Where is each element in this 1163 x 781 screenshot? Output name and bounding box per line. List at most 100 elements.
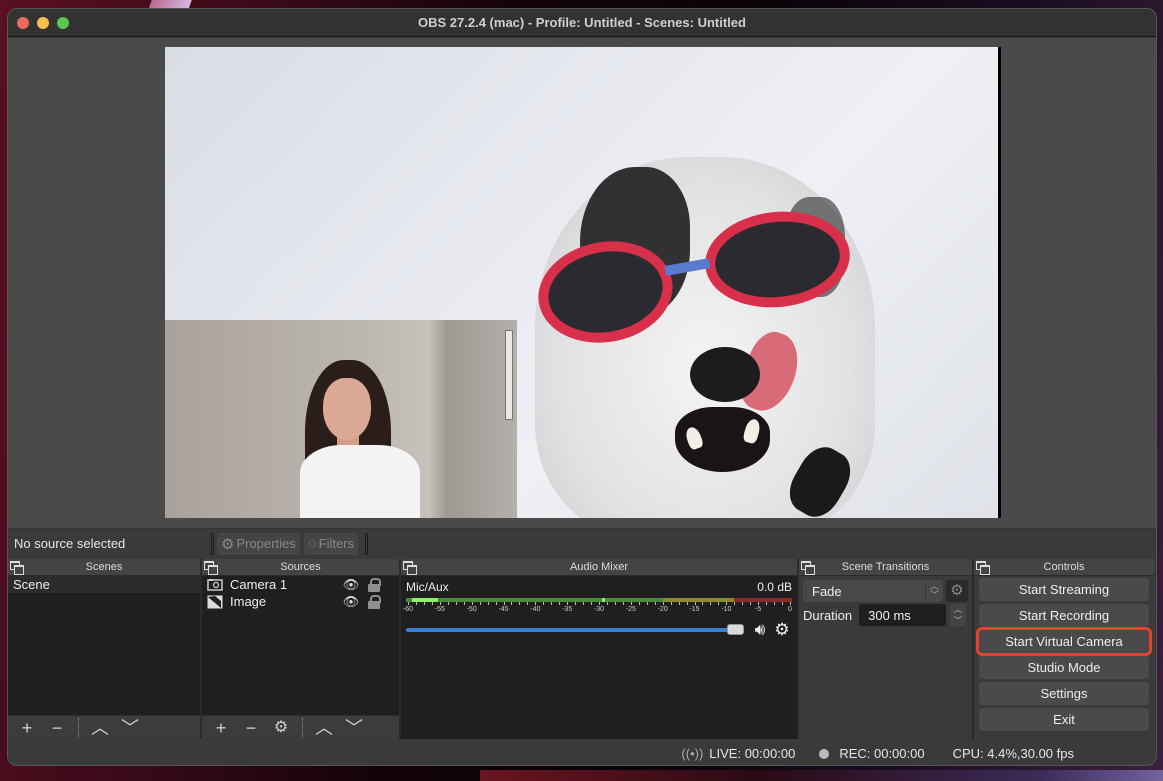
scenes-footer: + − ︿ ﹀	[8, 715, 200, 739]
move-scene-down-button[interactable]: ﹀	[115, 716, 145, 740]
meter-tick	[415, 602, 417, 605]
scene-transitions-dock-header: Scene Transitions	[799, 559, 972, 576]
desktop-wallpaper-bottom	[480, 770, 1163, 781]
volume-slider[interactable]	[406, 624, 744, 635]
meter-tick	[718, 602, 720, 605]
meter-tick	[710, 602, 712, 605]
undock-icon[interactable]	[10, 561, 24, 575]
undock-icon[interactable]	[801, 561, 815, 575]
meter-tick	[543, 602, 545, 605]
properties-label: Properties	[236, 536, 296, 551]
move-source-down-button[interactable]: ﹀	[339, 716, 369, 740]
speaker-mute-icon[interactable]: 🔊︎	[748, 620, 772, 640]
meter-tick-label: -10	[721, 606, 732, 613]
meter-tick	[431, 602, 433, 605]
controls-title: Controls	[1043, 561, 1085, 573]
source-status: No source selected	[14, 536, 126, 551]
scenes-dock: Scenes Scene + − ︿ ﹀	[8, 559, 202, 739]
meter-tick-label: -50	[466, 606, 477, 613]
channel-name: Mic/Aux	[406, 580, 449, 594]
audio-mixer-title: Audio Mixer	[569, 561, 629, 573]
meter-tick	[726, 602, 728, 605]
meter-tick	[606, 602, 608, 605]
add-source-button[interactable]: +	[206, 716, 236, 740]
meter-tick	[503, 602, 505, 605]
footer-separator	[78, 717, 79, 738]
source-item-image[interactable]: Image 👁	[202, 593, 399, 610]
scene-transitions-title: Scene Transitions	[841, 561, 930, 573]
studio-mode-button[interactable]: Studio Mode	[979, 656, 1149, 679]
visibility-eye-icon[interactable]: 👁	[341, 577, 361, 593]
meter-tick	[471, 602, 473, 605]
scene-item[interactable]: Scene	[8, 576, 200, 593]
start-virtual-camera-button[interactable]: Start Virtual Camera	[976, 627, 1152, 656]
controls-dock-header: Controls	[974, 559, 1154, 576]
meter-tick	[559, 602, 561, 605]
sources-footer: + − ⚙ ︿ ﹀	[202, 715, 399, 739]
undock-icon[interactable]	[976, 561, 990, 575]
audio-mixer-dock-header: Audio Mixer	[401, 559, 797, 576]
meter-tick	[758, 602, 760, 605]
start-recording-button[interactable]: Start Recording	[979, 604, 1149, 627]
duration-stepper[interactable]: ︿ ﹀	[950, 604, 966, 626]
meter-tick-label: -30	[593, 606, 605, 613]
record-dot-icon	[819, 748, 830, 759]
maximize-window-button[interactable]	[57, 17, 69, 29]
volume-slider-handle[interactable]	[727, 624, 744, 635]
meter-tick	[766, 602, 768, 605]
remove-source-button[interactable]: −	[236, 716, 266, 740]
meter-tick-label: -55	[434, 606, 445, 613]
source-item-camera[interactable]: Camera 1 👁	[202, 576, 399, 593]
settings-button[interactable]: Settings	[979, 682, 1149, 705]
meter-tick	[614, 602, 616, 605]
meter-tick	[519, 602, 521, 605]
add-scene-button[interactable]: +	[12, 716, 42, 740]
undock-icon[interactable]	[204, 561, 218, 575]
meter-tick	[686, 602, 688, 605]
meter-tick-label: 0	[788, 606, 792, 613]
properties-button[interactable]: ⚙ Properties	[217, 532, 300, 555]
mixer-settings-gear-icon[interactable]: ⚙	[772, 620, 792, 640]
transition-settings-gear-icon[interactable]: ⚙	[946, 580, 968, 602]
close-window-button[interactable]	[17, 17, 29, 29]
camera-source-feed[interactable]	[165, 320, 517, 518]
unlock-icon[interactable]	[367, 594, 381, 609]
remove-scene-button[interactable]: −	[42, 716, 72, 740]
scenes-list: Scene	[8, 576, 200, 715]
live-broadcast-icon: ((•))	[681, 746, 704, 761]
meter-tick-label: -5	[755, 606, 762, 613]
undock-icon[interactable]	[403, 561, 417, 575]
title-bar: OBS 27.2.4 (mac) - Profile: Untitled - S…	[8, 9, 1156, 37]
meter-tick	[678, 602, 680, 605]
duration-input[interactable]: 300 ms ︿ ﹀	[859, 604, 966, 626]
unlock-icon[interactable]	[367, 577, 381, 592]
live-timer: LIVE: 00:00:00	[709, 746, 796, 761]
filters-button[interactable]: ◌ Filters	[303, 532, 359, 555]
meter-tick	[734, 602, 736, 605]
meter-tick-label: -15	[689, 606, 700, 613]
meter-tick-label: -35	[562, 606, 573, 613]
transition-select[interactable]: Fade ︿ ﹀	[803, 580, 943, 602]
exit-button[interactable]: Exit	[979, 708, 1149, 731]
channel-level: 0.0 dB	[757, 580, 792, 594]
visibility-eye-icon[interactable]: 👁	[341, 594, 361, 610]
move-scene-up-button[interactable]: ︿	[85, 716, 115, 740]
preview-canvas[interactable]	[165, 47, 1001, 518]
minimize-window-button[interactable]	[37, 17, 49, 29]
meter-tick	[630, 602, 632, 605]
meter-tick	[535, 602, 537, 605]
meter-tick	[408, 602, 409, 605]
footer-separator	[302, 717, 303, 738]
meter-tick	[551, 602, 553, 605]
meter-scale: -60 -55 -50 -45 -40 -35 -30 -25 -20 -15 -10 -5 0	[403, 602, 792, 616]
dog-nose	[690, 347, 760, 402]
source-properties-gear-icon[interactable]: ⚙	[266, 716, 296, 740]
meter-tick	[702, 602, 704, 605]
meter-tick	[495, 602, 497, 605]
audio-mixer-body: Mic/Aux 0.0 dB -60 -55 -50 -45 -40 -35 -30 -25-…	[401, 576, 797, 739]
move-source-up-button[interactable]: ︿	[309, 716, 339, 740]
meter-tick-label: -20	[657, 606, 668, 613]
preview-area	[8, 38, 1156, 528]
start-streaming-button[interactable]: Start Streaming	[979, 578, 1149, 601]
camera-icon	[206, 578, 224, 592]
